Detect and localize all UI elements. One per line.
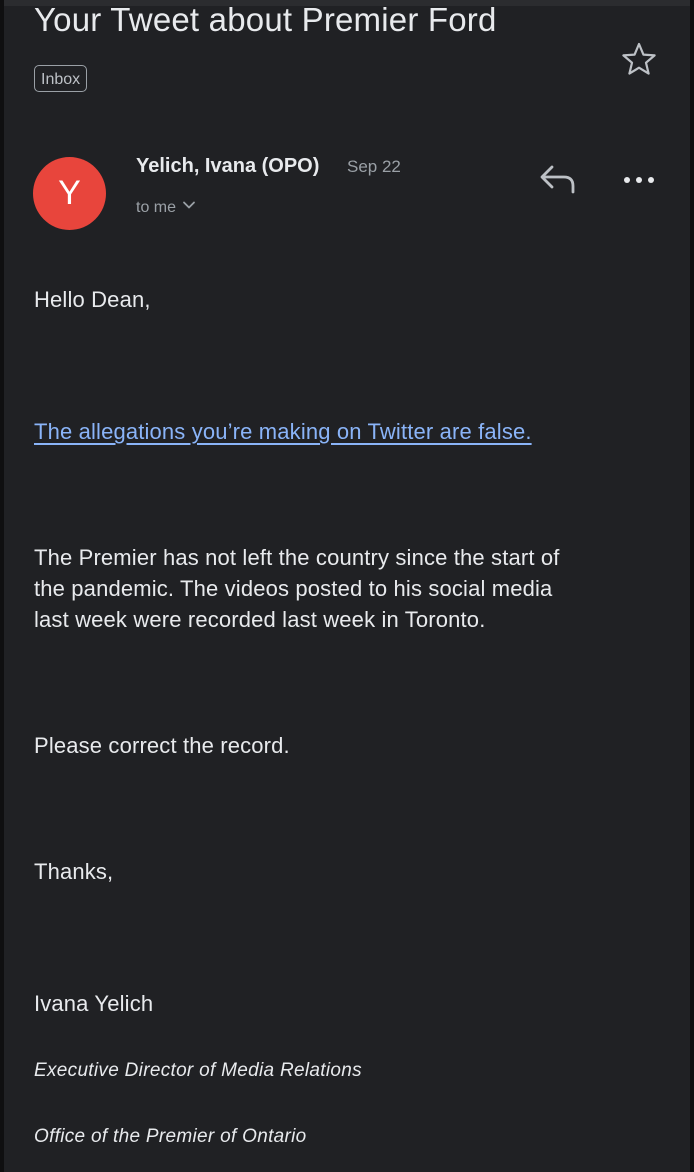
email-subject: Your Tweet about Premier Ford (34, 1, 497, 38)
star-icon[interactable] (620, 40, 658, 78)
body-link-line: The allegations you’re making on Twitter… (34, 416, 532, 447)
body-greeting: Hello Dean, (34, 287, 151, 312)
sender-name[interactable]: Yelich, Ivana (OPO) (136, 153, 319, 179)
reply-button[interactable] (537, 160, 579, 198)
body-paragraph-line: The Premier has not left the country sin… (34, 545, 560, 570)
body-closing: Thanks, (34, 859, 114, 884)
allegations-link[interactable]: The allegations you’re making on Twitter… (34, 419, 532, 444)
left-edge (0, 0, 4, 1172)
body-request: Please correct the record. (34, 733, 290, 758)
sender-avatar[interactable]: Y (33, 157, 106, 230)
chevron-down-icon (182, 196, 196, 220)
signature-office: Office of the Premier of Ontario (34, 1126, 307, 1147)
reply-arrow-icon (540, 165, 575, 194)
inbox-label-chip[interactable]: Inbox (34, 65, 88, 92)
more-horizontal-icon (624, 177, 654, 183)
right-edge (690, 0, 694, 1172)
signature-name: Ivana Yelich (34, 991, 154, 1016)
body-paragraph-line: last week were recorded last week in Tor… (34, 607, 486, 632)
body-paragraph-line: the pandemic. The videos posted to his s… (34, 576, 553, 601)
signature-title: Executive Director of Media Relations (34, 1060, 362, 1081)
recipient-details-toggle[interactable]: to me (136, 196, 196, 220)
more-options-button[interactable] (618, 166, 660, 194)
sent-date: Sep 22 (347, 157, 401, 176)
recipient-label: to me (136, 199, 177, 216)
